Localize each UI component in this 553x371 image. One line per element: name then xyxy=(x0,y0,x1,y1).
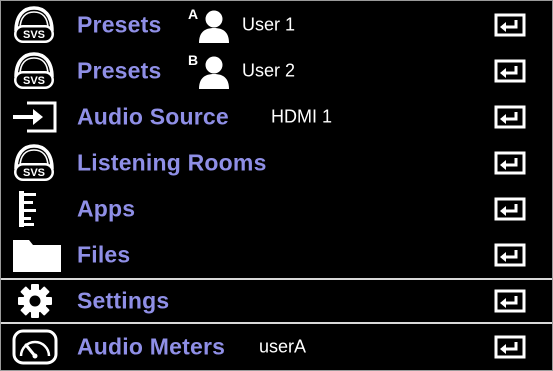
enter-icon[interactable] xyxy=(494,197,526,221)
menu-item-audio-meters[interactable]: Audio Meters userA xyxy=(1,324,552,370)
user-profile-icon: B xyxy=(187,52,231,90)
menu-item-label: Audio Meters xyxy=(77,333,226,360)
menu-item-label: Listening Rooms xyxy=(77,149,267,176)
menu-item-label: Audio Source xyxy=(77,103,229,130)
menu-item-label: Settings xyxy=(77,287,170,314)
svs-headphones-icon: SVS xyxy=(11,51,63,91)
menu-item-value: userA xyxy=(259,336,307,357)
enter-icon[interactable] xyxy=(494,59,526,83)
enter-icon[interactable] xyxy=(494,243,526,267)
user-profile-icon: A xyxy=(187,6,231,44)
folder-icon xyxy=(11,235,63,275)
menu-item-value: User 1 xyxy=(242,14,296,35)
enter-icon[interactable] xyxy=(494,13,526,37)
enter-icon[interactable] xyxy=(494,289,526,313)
menu-item-audio-source[interactable]: Audio Source HDMI 1 xyxy=(1,94,552,140)
menu-item-label: Apps xyxy=(77,195,136,222)
svs-headphones-icon: SVS xyxy=(11,5,63,45)
enter-icon[interactable] xyxy=(494,151,526,175)
user-letter: A xyxy=(188,6,198,22)
svs-badge-text: SVS xyxy=(23,167,45,179)
user-letter: B xyxy=(188,52,198,68)
enter-icon[interactable] xyxy=(494,105,526,129)
svs-badge-text: SVS xyxy=(23,29,45,41)
menu-item-listening-rooms[interactable]: SVS Listening Rooms xyxy=(1,140,552,186)
menu-item-value: User 2 xyxy=(242,60,296,81)
menu-item-label: Presets xyxy=(77,57,162,84)
menu-item-files[interactable]: Files xyxy=(1,232,552,278)
menu-item-presets-user-1[interactable]: SVS Presets A User 1 xyxy=(1,2,552,48)
menu-item-value: HDMI 1 xyxy=(271,106,333,127)
gauge-icon xyxy=(11,327,63,367)
enter-icon[interactable] xyxy=(494,335,526,359)
svs-headphones-icon: SVS xyxy=(11,143,63,183)
svs-badge-text: SVS xyxy=(23,75,45,87)
apps-list-icon xyxy=(11,189,63,229)
menu-item-apps[interactable]: Apps xyxy=(1,186,552,232)
gear-icon xyxy=(11,281,63,321)
menu-item-settings[interactable]: Settings xyxy=(1,278,552,324)
menu-item-label: Files xyxy=(77,241,131,268)
input-source-icon xyxy=(11,97,63,137)
menu-item-presets-user-2[interactable]: SVS Presets B User 2 xyxy=(1,48,552,94)
menu-item-label: Presets xyxy=(77,11,162,38)
